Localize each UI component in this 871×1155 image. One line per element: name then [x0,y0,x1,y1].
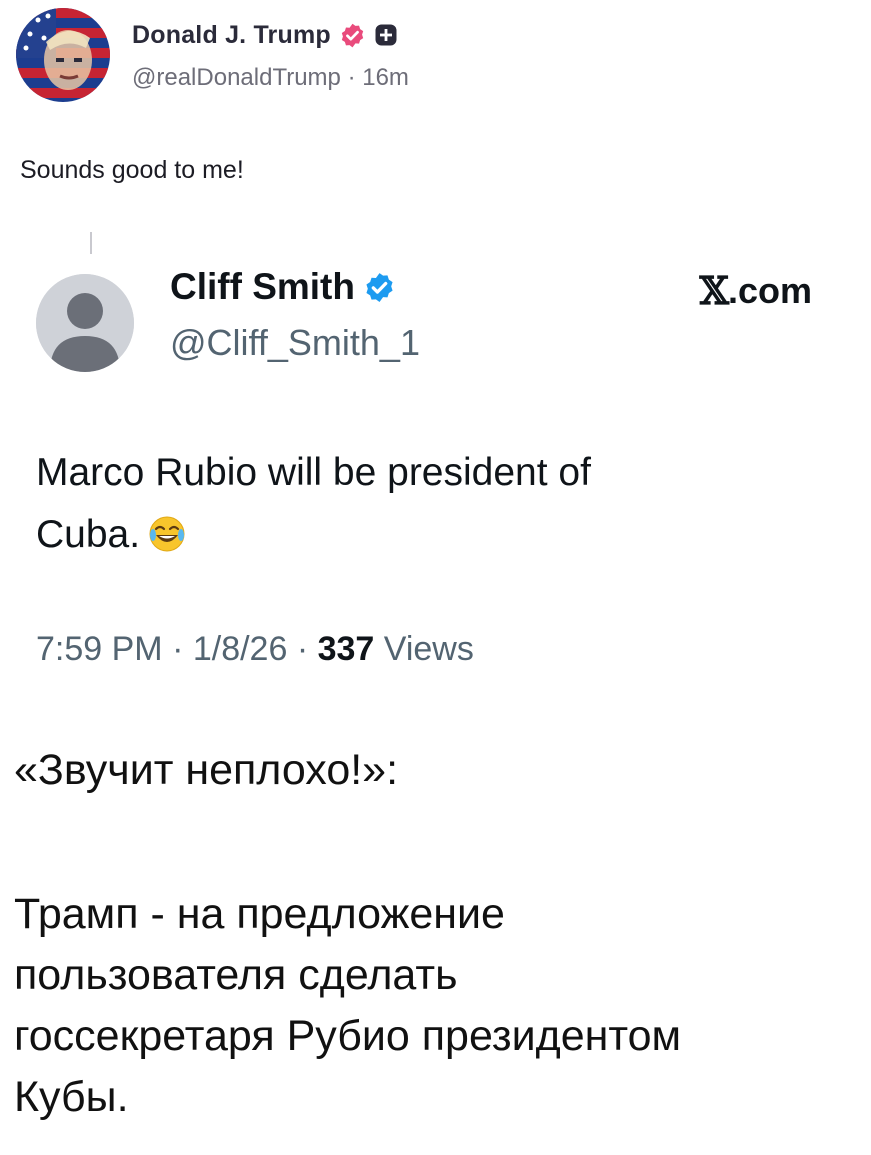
post-header: Donald J. Trump @realDonaldTrump · 16m [16,8,856,104]
tweet-text: Marco Rubio will be president of Cuba. [36,442,796,566]
caption-line: госсекретаря Рубио президентом [14,1012,682,1060]
flag-portrait-avatar-icon [16,8,110,102]
thread-connector [90,232,92,254]
quoted-tweet[interactable]: Cliff Smith @Cliff_Smith_1 𝕏 .com Marco R… [36,262,836,682]
caption-quote: «Звучит неплохо!»: [14,746,399,794]
tweet-text-line-1: Marco Rubio will be president of [36,451,591,494]
meta-separator: · [287,630,318,668]
verified-badge-icon [339,22,366,49]
meta-separator: · [162,630,193,668]
tweet-text-line-2: Cuba. [36,513,141,556]
author-handle-row: @realDonaldTrump · 16m [132,64,409,92]
source-domain: .com [727,269,812,311]
post-time[interactable]: 16m [362,64,409,91]
caption-text: Трамп - на предложение пользователя сдел… [14,884,864,1128]
caption-line: Кубы. [14,1073,129,1121]
tweet-author-name[interactable]: Cliff Smith [170,266,355,308]
tweet-author-row: Cliff Smith [170,264,396,310]
tweet-meta: 7:59 PM · 1/8/26 · 337 Views [36,630,474,669]
dot-separator: · [347,64,356,91]
laughing-tears-emoji-icon [148,510,186,552]
views-label: Views [383,630,474,668]
author-handle[interactable]: @realDonaldTrump [132,64,341,91]
tweet-source-link[interactable]: 𝕏 .com [699,268,812,313]
caption-line: пользователя сделать [14,951,458,999]
views-count: 337 [317,630,375,668]
caption-line: Трамп - на предложение [14,890,505,938]
post-text: Sounds good to me! [20,156,244,184]
tweet-text-line-2-row: Cuba. [36,504,796,566]
truth-plus-badge-icon [374,23,398,47]
blue-verified-badge-icon [363,271,396,304]
tweet-date[interactable]: 1/8/26 [193,630,288,668]
author-name[interactable]: Donald J. Trump [132,21,331,50]
x-logo-icon: 𝕏 [699,268,729,313]
tweet-author-handle[interactable]: @Cliff_Smith_1 [170,322,420,364]
tweet-time[interactable]: 7:59 PM [36,630,163,668]
default-avatar-icon[interactable] [36,274,134,372]
author-name-row: Donald J. Trump [132,18,398,52]
author-avatar[interactable] [16,8,110,102]
